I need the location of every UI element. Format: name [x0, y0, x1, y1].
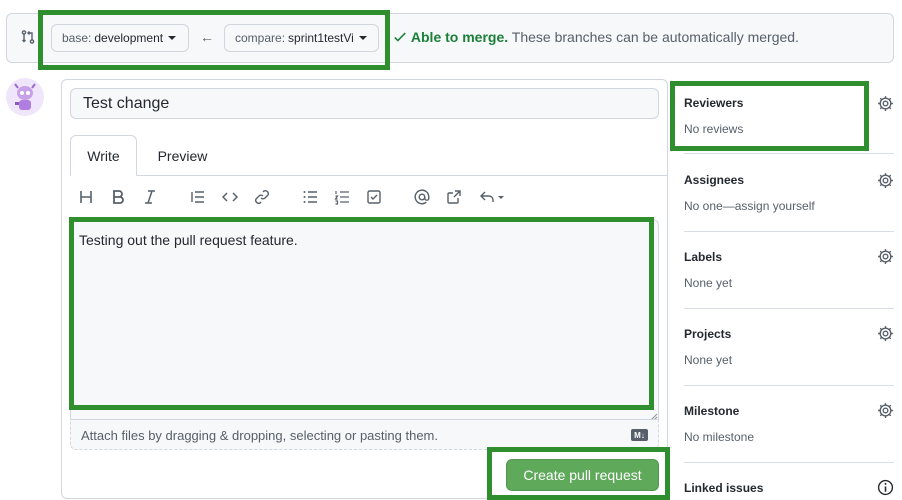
reference-icon[interactable]: [443, 185, 465, 209]
title-input[interactable]: [70, 88, 659, 119]
base-branch-select[interactable]: base: development: [51, 24, 189, 52]
gear-icon[interactable]: [877, 172, 894, 189]
assignees-heading[interactable]: Assignees: [684, 173, 744, 187]
body-textarea[interactable]: [70, 219, 659, 419]
attach-files-text: Attach files by dragging & dropping, sel…: [81, 428, 438, 443]
attach-files-bar[interactable]: Attach files by dragging & dropping, sel…: [70, 419, 659, 450]
sidebar-divider: [684, 462, 894, 463]
gear-icon[interactable]: [877, 248, 894, 265]
task-list-icon[interactable]: [363, 185, 385, 209]
labels-value: None yet: [684, 276, 733, 290]
merge-ok-label: Able to merge.: [410, 29, 509, 45]
check-icon: [394, 32, 406, 42]
avatar[interactable]: [6, 78, 44, 116]
linked-issues-heading: Linked issues: [684, 481, 764, 495]
code-icon[interactable]: [219, 185, 241, 209]
highlight-box-reviewers: [670, 81, 869, 151]
reply-icon[interactable]: [475, 185, 509, 209]
quote-icon[interactable]: [187, 185, 209, 209]
labels-heading[interactable]: Labels: [684, 250, 722, 264]
projects-value: None yet: [684, 353, 733, 367]
assignees-value[interactable]: No one—assign yourself: [684, 199, 815, 213]
chevron-down-icon: [168, 36, 177, 40]
base-branch-name: development: [94, 31, 164, 45]
base-prefix: base:: [62, 31, 92, 45]
chevron-down-icon: [358, 36, 367, 40]
heading-icon[interactable]: [75, 185, 97, 209]
sidebar-divider: [684, 153, 894, 154]
gear-icon[interactable]: [877, 402, 894, 419]
reviewers-heading[interactable]: Reviewers: [684, 96, 743, 110]
reviewers-value: No reviews: [684, 122, 744, 136]
link-icon[interactable]: [251, 185, 273, 209]
milestone-heading[interactable]: Milestone: [684, 404, 739, 418]
create-pull-request-button[interactable]: Create pull request: [506, 459, 659, 491]
info-icon[interactable]: [877, 479, 894, 496]
sidebar-divider: [684, 385, 894, 386]
arrow-left-icon: ←: [200, 29, 214, 45]
merge-status: Able to merge. These branches can be aut…: [393, 29, 799, 45]
compare-branch-name: sprint1testVi: [288, 31, 354, 45]
compare-prefix: compare:: [235, 31, 286, 45]
body-text: Testing out the pull request feature.: [79, 232, 298, 248]
projects-heading[interactable]: Projects: [684, 327, 731, 341]
milestone-value: No milestone: [684, 430, 755, 444]
compare-branch-select[interactable]: compare: sprint1testVi: [224, 24, 379, 52]
compare-icon: [20, 29, 36, 45]
merge-message: These branches can be automatically merg…: [511, 29, 799, 45]
bold-icon[interactable]: [107, 185, 129, 209]
gear-icon[interactable]: [877, 95, 894, 112]
markdown-icon[interactable]: M↓: [631, 429, 648, 441]
sidebar-divider: [684, 231, 894, 232]
gear-icon[interactable]: [877, 325, 894, 342]
mention-icon[interactable]: [411, 185, 433, 209]
sidebar-divider: [684, 308, 894, 309]
numbered-list-icon[interactable]: [331, 185, 353, 209]
tab-preview[interactable]: Preview: [149, 135, 216, 176]
italic-icon[interactable]: [139, 185, 161, 209]
bullet-list-icon[interactable]: [299, 185, 321, 209]
tab-write[interactable]: Write: [70, 135, 137, 176]
